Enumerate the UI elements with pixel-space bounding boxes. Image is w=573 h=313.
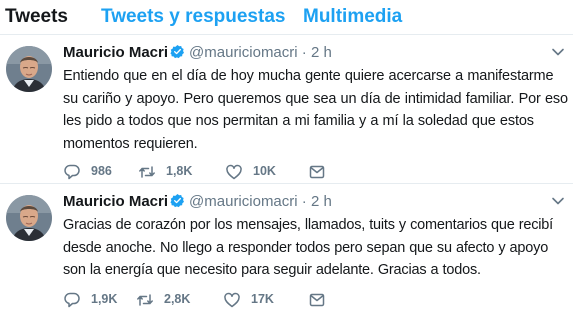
like-button[interactable]: 17K (223, 290, 283, 310)
like-count: 10K (253, 164, 276, 178)
tweet-text: Gracias de corazón por los mensajes, lla… (63, 217, 553, 279)
tweet-header: Mauricio Macri @mauriciomacri · 2 h (63, 193, 332, 213)
retweet-button[interactable]: 2,8K (136, 290, 196, 310)
author-name[interactable]: Mauricio Macri (63, 193, 168, 210)
like-count: 17K (251, 292, 274, 306)
profile-tabs: Tweets Tweets y respuestas Multimedia (0, 0, 573, 34)
tab-tweets-and-replies[interactable]: Tweets y respuestas (101, 6, 285, 28)
separator-dot: · (301, 193, 307, 210)
retweet-count: 1,8K (166, 164, 193, 178)
retweet-icon (139, 166, 155, 178)
verified-badge-icon (170, 193, 185, 208)
reply-count: 986 (91, 164, 112, 178)
verified-badge-icon (170, 44, 185, 59)
author-handle[interactable]: @mauriciomacri (189, 44, 298, 61)
tab-tweets[interactable]: Tweets (5, 6, 68, 28)
tweet-timestamp[interactable]: 2 h (311, 44, 332, 61)
tweet-header: Mauricio Macri @mauriciomacri · 2 h (63, 44, 332, 64)
chevron-down-icon[interactable] (551, 45, 565, 59)
heart-icon (224, 292, 240, 308)
separator-dot: · (301, 44, 307, 61)
tweet[interactable]: Mauricio Macri @mauriciomacri · 2 h Graci… (0, 183, 573, 313)
direct-message-button[interactable] (308, 162, 328, 182)
retweet-button[interactable]: 1,8K (138, 162, 198, 182)
reply-button[interactable]: 1,9K (63, 290, 123, 310)
envelope-icon (309, 293, 325, 307)
direct-message-button[interactable] (308, 290, 328, 310)
reply-count: 1,9K (91, 292, 118, 306)
envelope-icon (309, 165, 325, 179)
heart-icon (226, 164, 242, 180)
reply-icon (64, 164, 80, 180)
retweet-count: 2,8K (164, 292, 191, 306)
reply-icon (64, 292, 80, 308)
chevron-down-icon[interactable] (551, 194, 565, 208)
tweet-timestamp[interactable]: 2 h (311, 193, 332, 210)
like-button[interactable]: 10K (225, 162, 285, 182)
author-name[interactable]: Mauricio Macri (63, 44, 168, 61)
tweet-text: Entiendo que en el día de hoy mucha gent… (63, 68, 568, 152)
reply-button[interactable]: 986 (63, 162, 123, 182)
author-handle[interactable]: @mauriciomacri (189, 193, 298, 210)
tweet[interactable]: Mauricio Macri @mauriciomacri · 2 h Entie… (0, 34, 573, 183)
tab-media[interactable]: Multimedia (303, 6, 402, 28)
avatar[interactable] (6, 46, 52, 92)
retweet-icon (137, 294, 153, 306)
avatar[interactable] (6, 195, 52, 241)
